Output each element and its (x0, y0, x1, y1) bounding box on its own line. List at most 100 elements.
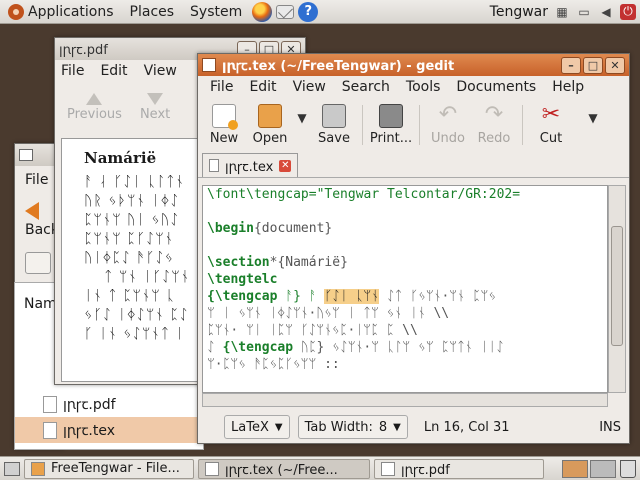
horizontal-scrollbar[interactable] (202, 393, 608, 407)
menu-documents[interactable]: Documents (456, 79, 536, 95)
code-command: \section (207, 255, 270, 270)
battery-icon[interactable]: ▭ (576, 4, 592, 20)
help-launcher-icon[interactable]: ? (298, 1, 319, 22)
show-desktop-icon[interactable] (4, 461, 20, 476)
menu-edit[interactable]: Edit (249, 79, 276, 95)
vertical-scrollbar[interactable] (608, 185, 626, 393)
list-item[interactable]: ꞁꞃꞅꞇ.tex (15, 417, 203, 443)
editor-line: \tengtelc (207, 272, 278, 287)
applications-menu[interactable]: Applications (0, 3, 122, 20)
places-menu[interactable]: Places (122, 4, 183, 20)
code-text: ᛇᛏ ᚴᛃᛘᚾ·ᛘᚾ ᛈᛘᛃ (379, 289, 497, 304)
document-tabs: ꞁꞃꞅꞇ.tex ✕ (198, 152, 629, 178)
taskbar-item-gedit[interactable]: ꞁꞃꞅꞇ.tex (~/Free... (198, 458, 370, 479)
workspace-2[interactable] (590, 459, 616, 478)
pdf-file-icon (43, 395, 57, 413)
search-highlight: ᚴᛇᛁ ᚳᛘᚾ (324, 289, 380, 304)
cut-button-label: Cut (539, 131, 563, 146)
network-icon[interactable]: ▦ (554, 4, 570, 20)
text-editor-icon (205, 461, 219, 476)
code-argument: {document} (253, 221, 333, 236)
arrow-down-icon (147, 92, 164, 105)
recent-files-dropdown-icon[interactable]: ▼ (294, 111, 310, 125)
maximize-button[interactable]: □ (583, 56, 603, 74)
next-button[interactable]: Next (139, 92, 171, 122)
folder-open-icon (258, 104, 282, 128)
code-argument: *{Namárië} (269, 255, 348, 270)
text-file-icon (209, 159, 219, 172)
tab-width-label: Tab Width: (304, 419, 373, 435)
name-column-header[interactable]: Nam (24, 296, 57, 312)
toolbar-overflow-dropdown-icon[interactable]: ▼ (585, 111, 601, 125)
next-button-label: Next (139, 106, 171, 122)
save-button-label: Save (318, 131, 350, 146)
file-name: ꞁꞃꞅꞇ.tex (63, 422, 116, 439)
editor-line: \begin{document} (207, 220, 603, 237)
previous-button-label: Previous (67, 106, 122, 122)
open-button[interactable]: Open (248, 104, 292, 146)
save-icon (322, 104, 346, 128)
language-value: LaTeX (231, 419, 269, 435)
menu-view[interactable]: View (293, 79, 326, 95)
ubuntu-logo-icon (8, 3, 24, 20)
system-menu[interactable]: System (182, 4, 250, 20)
minimize-button[interactable]: – (561, 56, 581, 74)
taskbar-item-file-browser[interactable]: FreeTengwar - File... (24, 458, 194, 479)
workspace-switcher[interactable] (562, 459, 616, 478)
gedit-menubar: File Edit View Search Tools Documents He… (198, 76, 629, 98)
tex-file-icon (43, 421, 57, 439)
close-tab-icon[interactable]: ✕ (279, 159, 292, 172)
pdf-menu-file[interactable]: File (61, 63, 84, 79)
new-button[interactable]: New (202, 104, 246, 146)
gedit-window-title: ꞁꞃꞅꞇ.tex (~/FreeTengwar) - gedit (222, 59, 455, 74)
keyboard-layout-indicator[interactable]: Tengwar (490, 4, 548, 20)
menu-tools[interactable]: Tools (406, 79, 441, 95)
code-text: ᚢᛈ} ᛃᛇᛘᚾ·ᛘ ᚳᛚᛘ ᛃᛘ ᛈᛘᛏᚾ ᛁᛁᛇ (300, 340, 504, 355)
mail-launcher-icon[interactable] (276, 4, 295, 19)
pdf-menu-edit[interactable]: Edit (100, 63, 127, 79)
text-editor[interactable]: \font\tengcap="Tengwar Telcontar/GR:202=… (202, 185, 608, 393)
chevron-down-icon: ▼ (274, 421, 283, 433)
previous-button[interactable]: Previous (67, 92, 122, 122)
editor-line: ᛘ·ᛈᛘᛃ ᚫᛈᛃᛈᚴᛃᛘᛘ :: (207, 357, 340, 372)
redo-button-label: Redo (477, 131, 511, 146)
menu-help[interactable]: Help (552, 79, 584, 95)
menu-file[interactable]: File (210, 79, 233, 95)
scrollbar-thumb[interactable] (611, 226, 623, 346)
tab-width-value: 8 (378, 419, 388, 435)
list-item[interactable]: ꞁꞃꞅꞇ.pdf (15, 391, 203, 417)
cut-button[interactable]: ✂ Cut (529, 104, 573, 147)
location-button[interactable] (25, 252, 51, 274)
tab-tex-document[interactable]: ꞁꞃꞅꞇ.tex ✕ (202, 153, 299, 177)
task-label: ꞁꞃꞅꞇ.tex (~/Free... (225, 462, 338, 478)
code-command: {\tengcap (222, 340, 301, 355)
workspace-1[interactable] (562, 459, 588, 478)
undo-button-label: Undo (431, 131, 465, 146)
menu-search[interactable]: Search (342, 79, 390, 95)
taskbar-item-pdf-viewer[interactable]: ꞁꞃꞅꞇ.pdf (374, 458, 544, 479)
trash-icon[interactable] (620, 459, 636, 478)
applications-menu-label: Applications (28, 3, 114, 20)
save-button[interactable]: Save (312, 104, 356, 146)
undo-button[interactable]: ↶ Undo (426, 102, 470, 147)
top-panel: Applications Places System ? Tengwar ▦ ▭… (0, 0, 640, 24)
code-command: {\tengcap (207, 289, 286, 304)
cursor-position: Ln 16, Col 31 (423, 419, 510, 435)
pdf-menu-view[interactable]: View (144, 63, 177, 79)
firefox-launcher-icon[interactable] (252, 1, 273, 22)
back-arrow-icon (25, 202, 39, 220)
editor-line: ᛇ {\tengcap ᚢᛈ} ᛃᛇᛘᚾ·ᛘ ᚳᛚᛘ ᛃᛘ ᛈᛘᛏᚾ ᛁᛁᛇ (207, 339, 603, 356)
volume-icon[interactable]: ◀ (598, 4, 614, 20)
language-selector[interactable]: LaTeX ▼ (224, 415, 290, 439)
redo-button[interactable]: ↷ Redo (472, 104, 516, 147)
code-text: ᚨ} ᚨ (285, 289, 325, 304)
undo-icon: ↶ (438, 102, 458, 127)
editor-line: ᛘ ᛁ ᛃᛘᚾ ᛁᛄᛇᛘᚾ·ᚢᛃᛘ ᛁ ᛏᛘ ᛃᚾ ᛁᚾ \\ (207, 306, 450, 321)
tab-width-selector[interactable]: Tab Width: 8 ▼ (297, 415, 408, 439)
close-button[interactable]: ✕ (605, 56, 625, 74)
print-button[interactable]: Print... (369, 104, 413, 146)
shutdown-icon[interactable]: ⏻ (620, 3, 636, 20)
gedit-titlebar[interactable]: ꞁꞃꞅꞇ.tex (~/FreeTengwar) - gedit – □ ✕ (198, 54, 629, 76)
